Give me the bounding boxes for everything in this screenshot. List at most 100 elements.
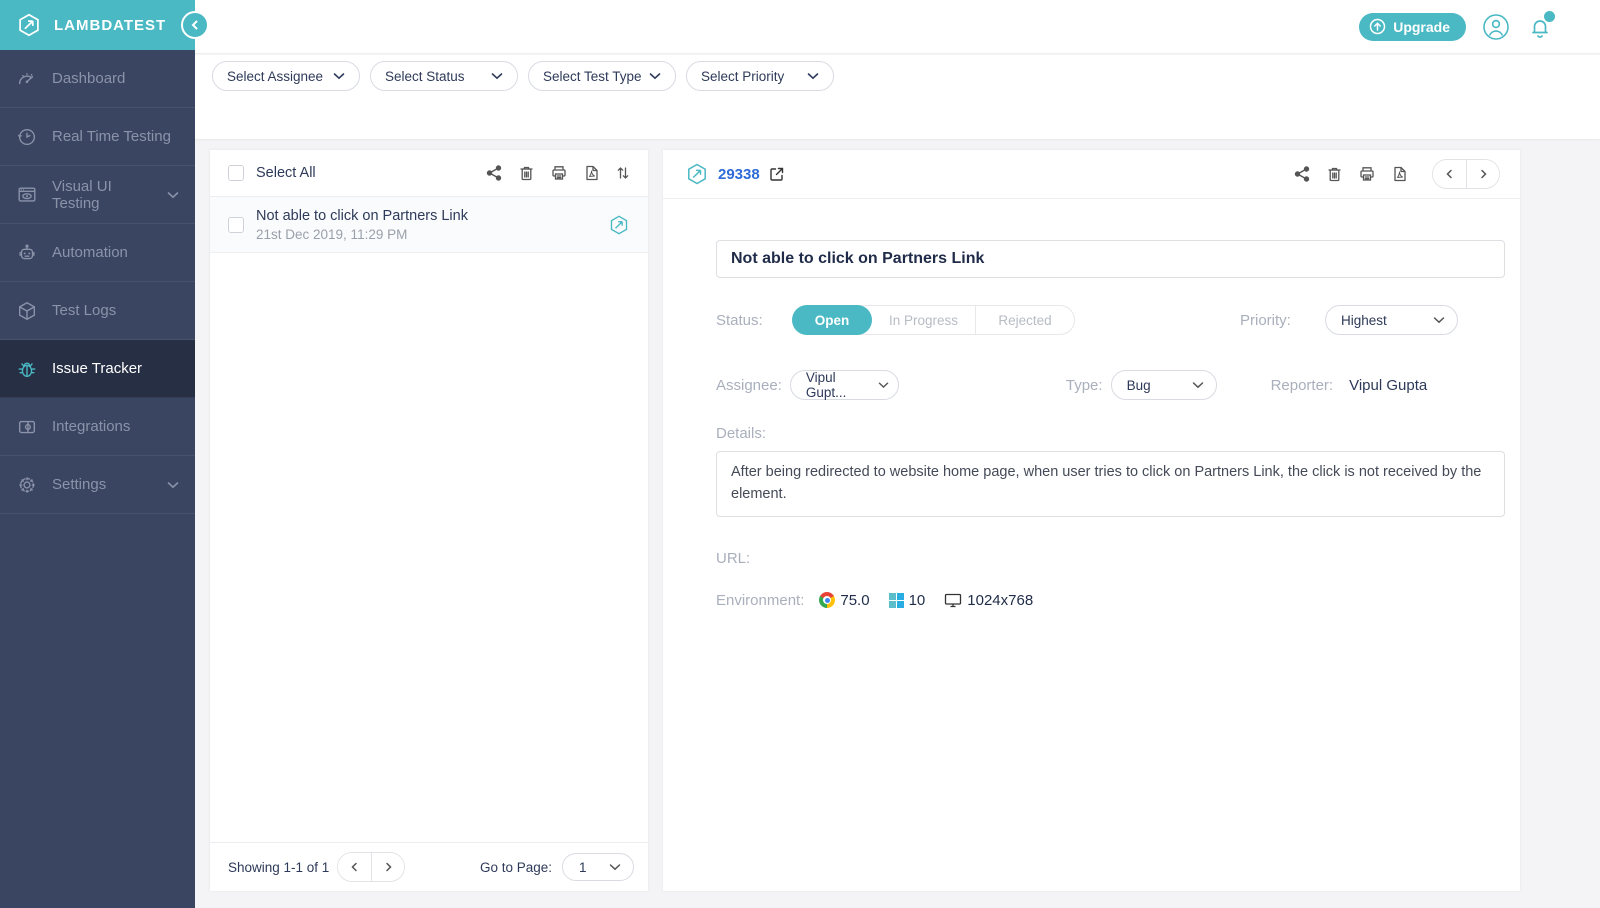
sidebar-item-integrations[interactable]: Integrations (0, 398, 195, 456)
sidebar: LAMBDATEST Dashboard Real Time Testing V… (0, 0, 195, 908)
page-select[interactable]: 1 (562, 853, 634, 881)
priority-dropdown[interactable]: Highest (1325, 305, 1458, 335)
os-version: 10 (908, 591, 926, 609)
page-number: 1 (579, 859, 587, 875)
list-pagination: Showing 1-1 of 1 Go to Page: 1 (210, 842, 648, 891)
chevron-down-icon (167, 191, 179, 199)
environment-row: Environment: 75.0 10 1024x768 (716, 592, 1505, 609)
chevron-down-icon (878, 381, 889, 389)
status-segmented-control: Open In Progress Rejected (792, 305, 1075, 335)
external-link-icon[interactable] (769, 166, 785, 182)
brand-header: LAMBDATEST (0, 0, 195, 50)
user-profile-icon[interactable] (1482, 13, 1510, 41)
chevron-down-icon (1192, 381, 1204, 389)
filter-bar: Select Assignee Select Status Select Tes… (195, 55, 1600, 139)
dashboard-icon (16, 68, 38, 90)
goto-page-label: Go to Page: (479, 859, 552, 875)
type-dropdown[interactable]: Bug (1110, 370, 1217, 400)
sidebar-item-label: Issue Tracker (52, 360, 143, 377)
filter-label: Select Test Type (543, 68, 642, 84)
top-bar: Upgrade (195, 0, 1600, 54)
sidebar-item-real-time-testing[interactable]: Real Time Testing (0, 108, 195, 166)
sidebar-item-label: Test Logs (52, 302, 117, 319)
filter-select-priority[interactable]: Select Priority (686, 61, 834, 91)
chevron-down-icon (807, 72, 819, 80)
chevron-down-icon (167, 481, 179, 489)
filter-label: Select Priority (701, 68, 785, 84)
upgrade-button[interactable]: Upgrade (1359, 12, 1466, 41)
chrome-browser-icon (819, 592, 836, 608)
details-label: Details: (716, 425, 767, 442)
status-open-button[interactable]: Open (792, 305, 872, 335)
issue-id-link[interactable]: 29338 (718, 166, 760, 183)
showing-count: Showing 1-1 of 1 (228, 859, 330, 875)
status-label: Status: (716, 311, 763, 329)
filter-select-test-type[interactable]: Select Test Type (528, 61, 676, 91)
detail-header: 29338 (663, 150, 1520, 199)
details-text-box[interactable]: After being redirected to website home p… (716, 451, 1505, 517)
issue-title-input[interactable] (716, 240, 1505, 278)
issue-list-item[interactable]: Not able to click on Partners Link 21st … (210, 197, 648, 253)
sidebar-nav: Dashboard Real Time Testing Visual UI Te… (0, 50, 195, 514)
notification-badge (1544, 10, 1555, 22)
notifications-bell-icon[interactable] (1526, 10, 1555, 41)
print-icon[interactable] (551, 165, 567, 181)
sidebar-item-issue-tracker[interactable]: Issue Tracker (0, 340, 195, 398)
real-time-testing-icon (16, 126, 38, 148)
chevron-down-icon (609, 863, 621, 871)
reporter-label: Reporter: (1270, 376, 1334, 394)
share-icon[interactable] (1294, 166, 1310, 182)
type-value: Bug (1126, 377, 1151, 393)
assignee-dropdown[interactable]: Vipul Gupt... (789, 370, 899, 400)
issue-title: Not able to click on Partners Link (256, 207, 468, 224)
pdf-icon[interactable] (1392, 166, 1407, 182)
select-all-checkbox[interactable] (228, 165, 244, 181)
status-rejected-button[interactable]: Rejected (976, 305, 1075, 335)
filter-select-status[interactable]: Select Status (370, 61, 518, 91)
priority-value: Highest (1341, 312, 1387, 328)
filter-label: Select Assignee (227, 68, 324, 84)
delete-icon[interactable] (519, 165, 534, 181)
next-issue-button[interactable] (1466, 160, 1499, 188)
select-all-label: Select All (256, 165, 316, 181)
sidebar-item-settings[interactable]: Settings (0, 456, 195, 514)
visual-ui-testing-icon (16, 184, 38, 206)
type-label: Type: (1065, 376, 1103, 394)
next-page-button[interactable] (371, 853, 405, 881)
integrations-icon (16, 416, 38, 438)
prev-page-button[interactable] (338, 853, 372, 881)
prev-issue-button[interactable] (1433, 160, 1466, 188)
issue-list-panel: Select All Not able to click on Partners… (210, 150, 648, 891)
sidebar-item-dashboard[interactable]: Dashboard (0, 50, 195, 108)
url-label: URL: (716, 549, 751, 567)
issue-checkbox[interactable] (228, 216, 244, 233)
delete-icon[interactable] (1327, 166, 1342, 182)
sidebar-collapse-button[interactable] (181, 11, 209, 39)
sidebar-item-label: Automation (52, 244, 128, 261)
status-in-progress-button[interactable]: In Progress (857, 305, 976, 335)
sidebar-item-visual-ui-testing[interactable]: Visual UI Testing (0, 166, 195, 224)
lambdatest-source-icon (608, 214, 630, 236)
gear-icon (16, 474, 38, 496)
filter-select-assignee[interactable]: Select Assignee (212, 61, 360, 91)
share-icon[interactable] (486, 165, 502, 181)
upgrade-arrow-icon (1369, 18, 1386, 35)
lambdatest-issue-icon (685, 162, 709, 186)
brand-name: LAMBDATEST (54, 16, 167, 34)
print-icon[interactable] (1359, 166, 1375, 182)
pdf-icon[interactable] (584, 165, 599, 181)
lambdatest-logo-icon (16, 12, 42, 38)
list-header: Select All (210, 150, 648, 197)
sidebar-item-label: Integrations (52, 418, 131, 435)
browser-version: 75.0 (840, 591, 870, 609)
assignee-label: Assignee: (716, 376, 782, 394)
resolution-value: 1024x768 (967, 591, 1034, 609)
sidebar-item-test-logs[interactable]: Test Logs (0, 282, 195, 340)
sort-icon[interactable] (616, 165, 630, 181)
monitor-resolution-icon (944, 592, 962, 608)
assignee-value: Vipul Gupt... (805, 370, 847, 400)
sidebar-item-automation[interactable]: Automation (0, 224, 195, 282)
issue-detail-panel: 29338 Not able to click on Partners Link… (663, 150, 1520, 891)
issue-date: 21st Dec 2019, 11:29 PM (256, 226, 408, 242)
automation-icon (16, 242, 38, 264)
